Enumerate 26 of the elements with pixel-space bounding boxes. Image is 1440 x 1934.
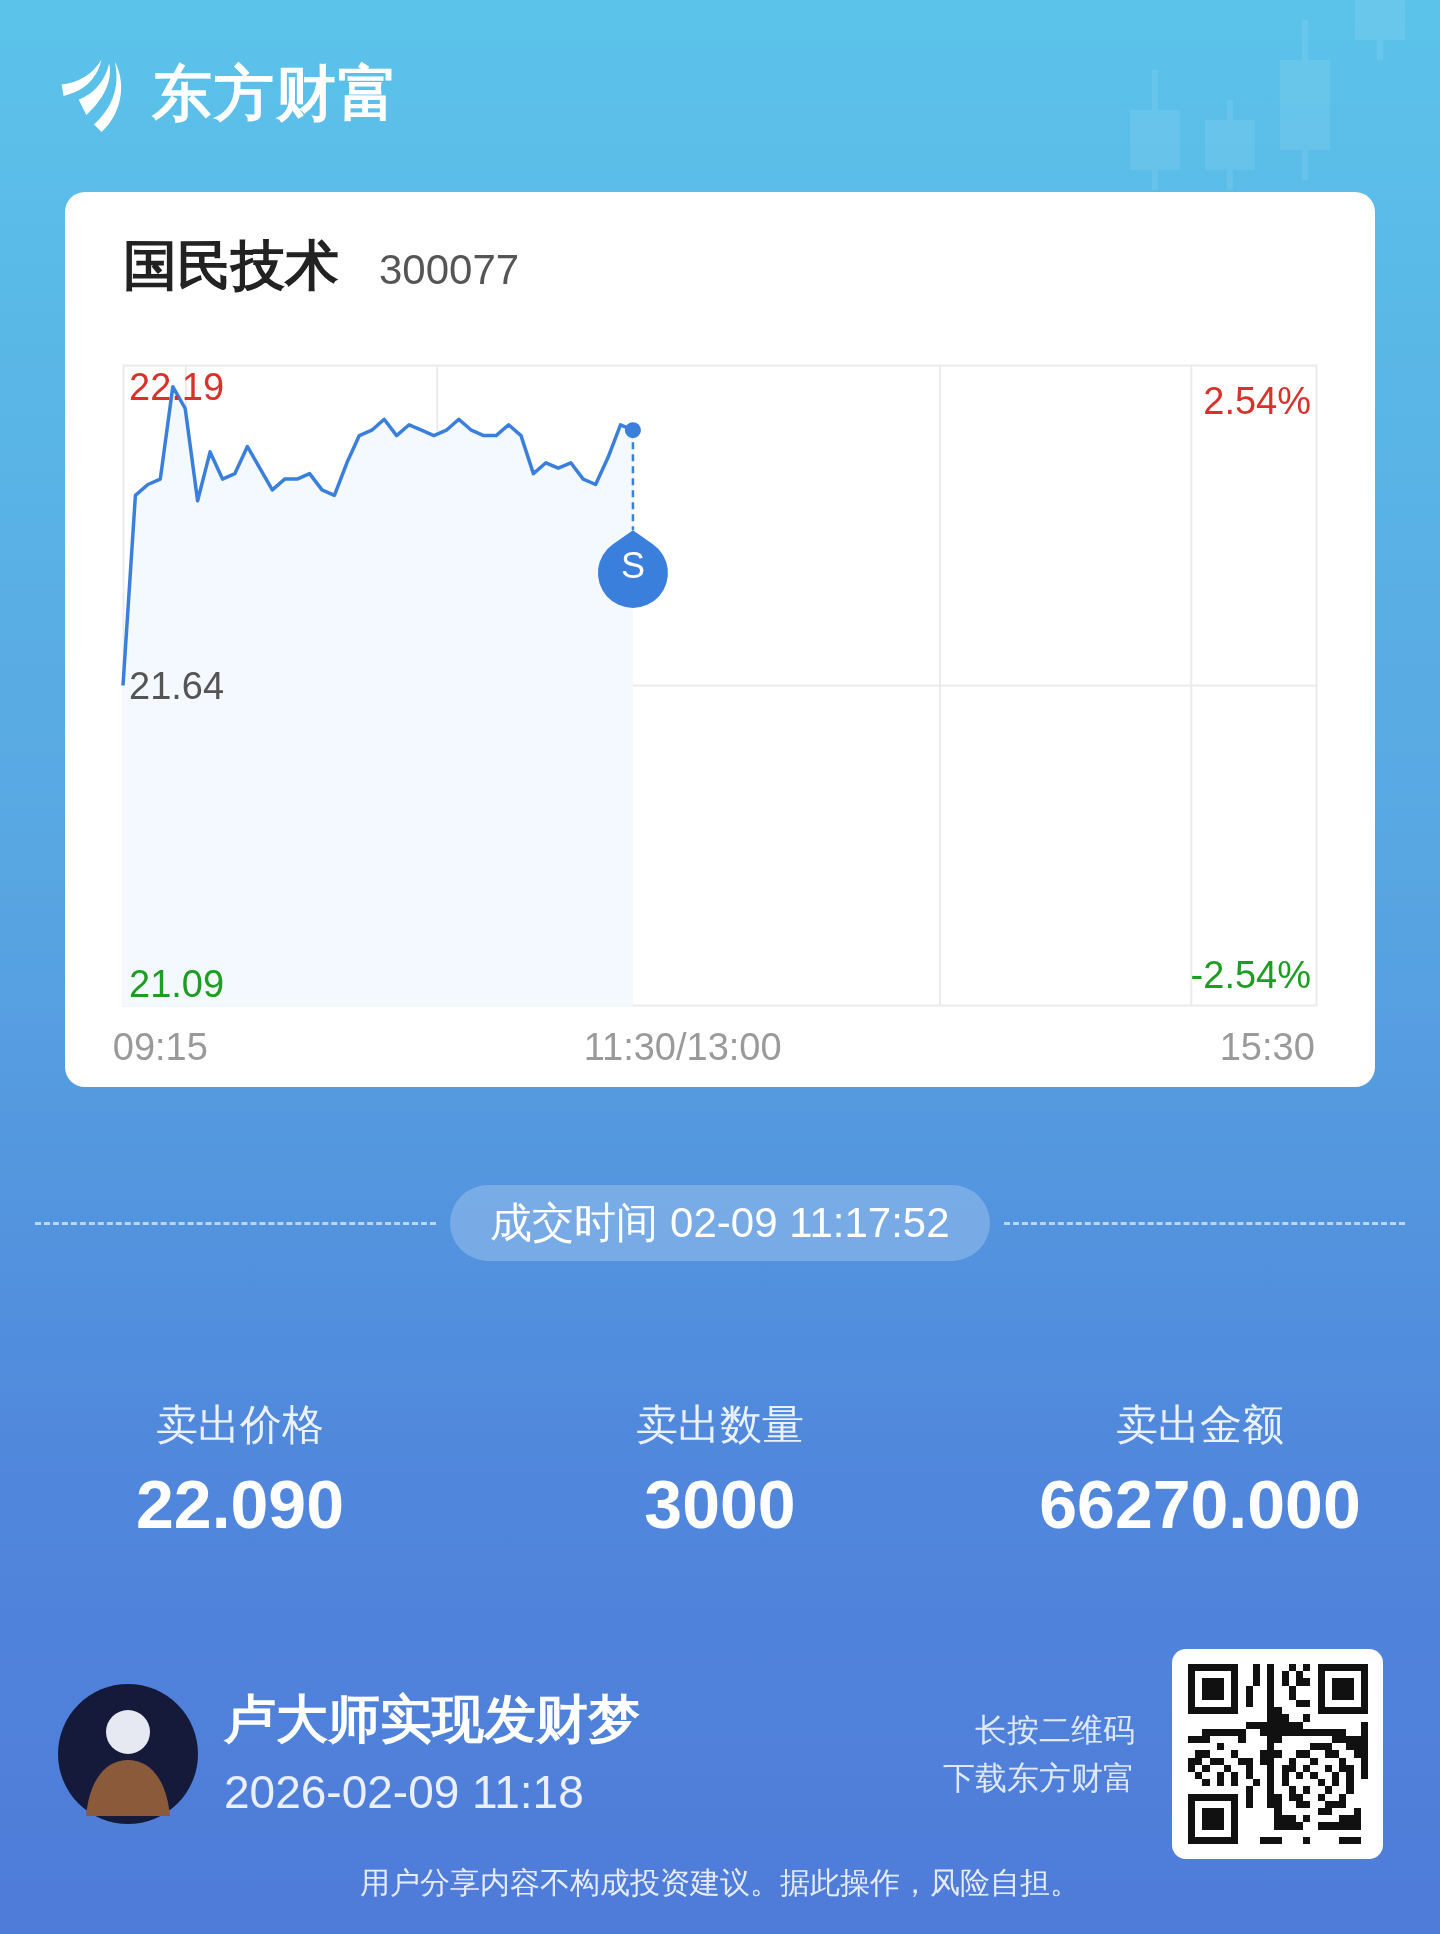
qr-hint-text: 长按二维码 [975, 1711, 1135, 1750]
stat-value: 66270.000 [1039, 1465, 1361, 1544]
time-tick-label: 11:30/13:00 [583, 1026, 782, 1068]
stock-code: 300077 [379, 245, 520, 295]
time-tick-label: 09:15 [112, 1026, 208, 1068]
stat-label: 卖出数量 [636, 1400, 804, 1450]
percent-tick-label: -2.54% [1190, 954, 1311, 996]
stat-label: 卖出价格 [156, 1400, 324, 1450]
logo-text: 东方财富 [152, 64, 400, 124]
percent-tick-label: 2.54% [1203, 380, 1311, 422]
stat-label: 卖出金额 [1116, 1400, 1284, 1450]
time-tick-label: 15:30 [1219, 1026, 1315, 1068]
stat-value: 3000 [644, 1465, 796, 1544]
price-tick-label: 22.19 [129, 365, 225, 408]
trade-time-pill: 成交时间 02-09 11:17:52 [450, 1185, 990, 1261]
stock-name: 国民技术 [123, 235, 339, 295]
price-tick-label: 21.09 [129, 963, 225, 1006]
qr-hint-text: 下载东方财富 [943, 1759, 1135, 1798]
stat-value: 22.090 [136, 1465, 344, 1544]
disclaimer: 用户分享内容不构成投资建议。据此操作，风险自担。 [359, 1865, 1081, 1901]
qr-code[interactable] [1172, 1649, 1383, 1859]
user-name: 卢大师实现发财梦 [224, 1689, 641, 1750]
end-point-dot [624, 422, 641, 439]
share-time: 2026-02-09 11:18 [224, 1765, 585, 1820]
price-tick-label: 21.64 [129, 664, 225, 707]
sell-marker: S [598, 530, 668, 608]
